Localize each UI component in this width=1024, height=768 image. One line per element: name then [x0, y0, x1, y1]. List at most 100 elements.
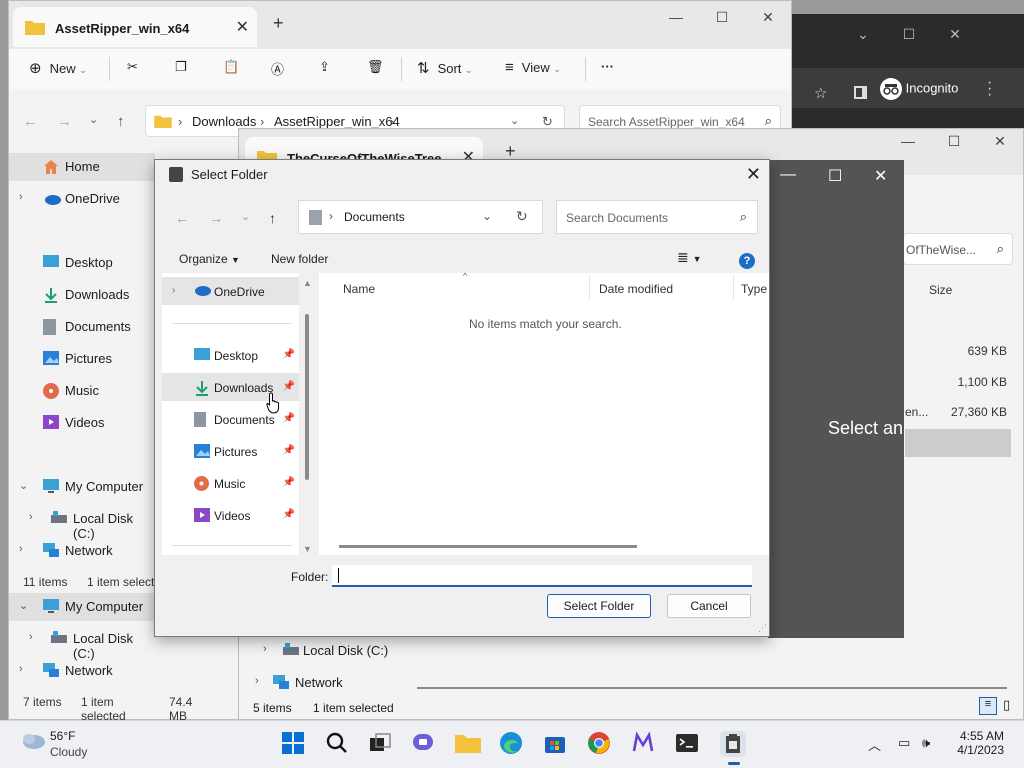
scroll-down-icon[interactable]: ▼ [303, 544, 312, 554]
task-view-icon[interactable] [368, 731, 394, 757]
column-header-name[interactable]: Name [343, 282, 375, 296]
minimize-icon[interactable]: — [780, 166, 796, 184]
pin-icon[interactable]: 📌 [283, 381, 295, 392]
terminal-icon[interactable] [675, 731, 701, 757]
minimize-icon[interactable]: — [653, 9, 699, 25]
column-header-size[interactable]: Size [929, 283, 952, 297]
nav-local-disk-2[interactable]: › Local Disk (C:) [9, 625, 155, 661]
new-tab-icon[interactable]: + [273, 13, 284, 34]
close-icon[interactable]: ✕ [746, 164, 761, 185]
app-m-icon[interactable] [631, 731, 657, 757]
back-icon[interactable]: ← [175, 210, 189, 226]
select-folder-button[interactable]: Select Folder [547, 594, 651, 618]
maximize-icon[interactable]: ☐ [828, 166, 842, 186]
nav-music[interactable]: Music [9, 377, 155, 405]
column-divider[interactable] [589, 275, 590, 299]
chevron-right-icon[interactable]: › [29, 631, 33, 643]
help-icon[interactable]: ? [739, 253, 755, 269]
pin-icon[interactable]: 📌 [283, 477, 295, 488]
forward-icon[interactable]: → [209, 210, 223, 226]
pin-icon[interactable]: 📌 [283, 509, 295, 520]
forward-icon[interactable]: → [57, 113, 72, 130]
close-icon[interactable]: ✕ [745, 9, 791, 26]
selected-row[interactable] [905, 429, 1011, 457]
nav-local-disk[interactable]: › Local Disk (C:) [9, 505, 155, 541]
chevron-right-icon[interactable]: › [263, 643, 267, 655]
chevron-down-icon[interactable]: ⌄ [19, 479, 28, 492]
up-icon[interactable]: ↑ [117, 113, 125, 130]
current-location[interactable]: Documents [344, 210, 405, 224]
maximize-icon[interactable]: ☐ [931, 133, 977, 150]
nav-downloads[interactable]: Downloads [9, 281, 155, 309]
recent-locations-icon[interactable]: ⌄ [241, 210, 250, 223]
close-icon[interactable]: ✕ [874, 166, 887, 186]
column-divider[interactable] [733, 275, 734, 299]
organize-button[interactable]: Organize ▼ [179, 252, 240, 266]
start-icon[interactable] [281, 731, 307, 757]
nav-desktop[interactable]: Desktop [9, 249, 155, 277]
close-icon[interactable]: ✕ [932, 26, 978, 43]
chevron-up-icon[interactable]: ︿ [868, 735, 881, 754]
up-icon[interactable]: ↑ [269, 210, 276, 226]
delete-icon[interactable]: 🗑 [367, 59, 384, 75]
chrome-icon[interactable] [587, 731, 613, 757]
cut-icon[interactable]: ✂ [127, 59, 138, 75]
nav-network[interactable]: › Network [9, 537, 155, 565]
tiles-view-icon[interactable]: ▯ [1003, 697, 1010, 713]
pin-icon[interactable]: 📌 [283, 445, 295, 456]
navigation-scrollbar[interactable]: ▲ ▼ [301, 276, 315, 556]
folder-input[interactable] [332, 565, 752, 587]
chevron-right-icon[interactable]: › [19, 191, 23, 203]
view-button[interactable]: ≡ View ⌄ [505, 59, 561, 76]
maximize-icon[interactable]: ☐ [699, 9, 745, 26]
network-status-icon[interactable]: ▭ [898, 735, 910, 751]
pin-icon[interactable]: 📌 [283, 349, 295, 360]
scroll-thumb[interactable] [305, 314, 309, 480]
close-icon[interactable]: ✕ [977, 133, 1023, 150]
nav-pictures[interactable]: Pictures [9, 345, 155, 373]
cancel-button[interactable]: Cancel [667, 594, 751, 618]
nav-network-2[interactable]: › Network [9, 657, 155, 685]
bookmark-star-icon[interactable]: ☆ [814, 84, 827, 102]
active-app-icon[interactable] [720, 731, 746, 765]
nav-pictures[interactable]: Pictures 📌 [162, 437, 299, 465]
chevron-down-icon[interactable]: ⌄ [482, 209, 492, 223]
column-header-type[interactable]: Type [741, 282, 767, 296]
view-options-icon[interactable]: ≣ ▼ [677, 249, 702, 266]
chevron-right-icon[interactable]: › [255, 675, 259, 687]
minimize-icon[interactable]: — [885, 133, 931, 149]
maximize-icon[interactable]: ☐ [886, 26, 932, 43]
back-icon[interactable]: ← [23, 113, 38, 130]
horizontal-scrollbar[interactable] [417, 687, 1007, 689]
volume-icon[interactable]: 🕪 [922, 735, 930, 751]
breadcrumb-assetripper[interactable]: AssetRipper_win_x64 [274, 114, 400, 129]
chevron-down-icon[interactable]: ⌄ [510, 114, 519, 127]
incognito-indicator[interactable]: Incognito [880, 78, 958, 100]
pin-icon[interactable]: 📌 [283, 413, 295, 424]
details-view-icon[interactable]: ≡ [979, 697, 997, 715]
close-tab-icon[interactable]: ✕ [236, 17, 249, 37]
nav-onedrive[interactable]: › OneDrive [162, 277, 299, 305]
tab-assetripper[interactable]: AssetRipper_win_x64 ✕ [13, 7, 257, 47]
store-icon[interactable] [543, 731, 569, 757]
nav-local-disk[interactable]: › Local Disk (C:) [253, 637, 399, 665]
nav-home[interactable]: Home [9, 153, 155, 181]
chevron-right-icon[interactable]: › [19, 663, 23, 675]
share-icon[interactable]: ⇪ [319, 59, 330, 75]
chevron-down-icon[interactable]: ⌄ [840, 26, 886, 43]
nav-network[interactable]: › Network [245, 669, 391, 697]
nav-music[interactable]: Music 📌 [162, 469, 299, 497]
paste-icon[interactable]: 📋 [223, 59, 239, 75]
chevron-right-icon[interactable]: › [172, 285, 175, 296]
copy-icon[interactable]: ❐ [175, 59, 187, 75]
search-box[interactable]: OfTheWise... ⌕ [903, 233, 1013, 265]
more-options-icon[interactable]: ··· [601, 59, 614, 74]
nav-videos[interactable]: Videos 📌 [162, 501, 299, 529]
nav-my-computer-2[interactable]: ⌄ My Computer [9, 593, 155, 621]
nav-desktop[interactable]: Desktop 📌 [162, 341, 299, 369]
new-button[interactable]: ⊕ New ⌄ [29, 59, 87, 77]
more-menu-icon[interactable]: · · · [987, 75, 992, 103]
chevron-right-icon[interactable]: › [29, 511, 33, 523]
search-documents-box[interactable]: Search Documents ⌕ [556, 200, 758, 234]
chevron-down-icon[interactable]: ⌄ [19, 599, 28, 612]
